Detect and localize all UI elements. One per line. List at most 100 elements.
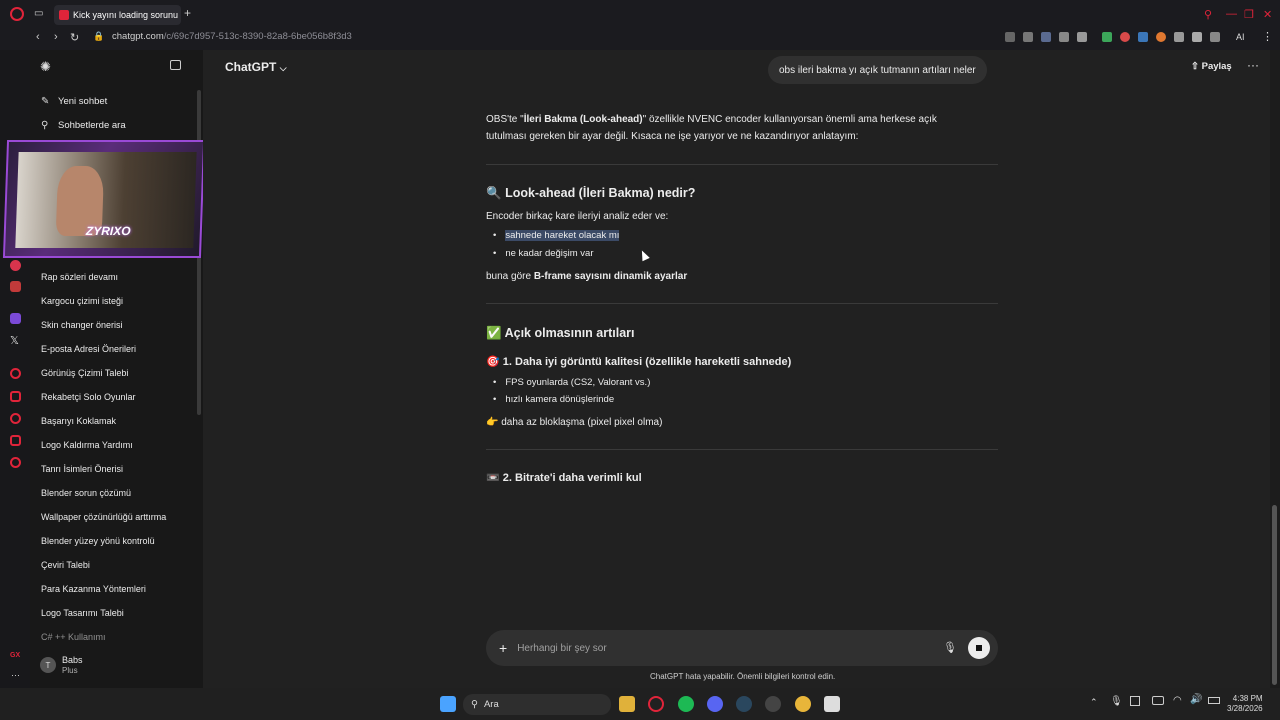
clock-date: 3/28/2026 [1227, 704, 1263, 713]
extension-icon[interactable] [1138, 32, 1148, 42]
app-icon[interactable] [824, 696, 840, 712]
twitch-icon[interactable] [10, 313, 21, 324]
forward-icon[interactable]: › [54, 31, 58, 43]
new-tab-button[interactable]: + [184, 6, 191, 20]
history-item[interactable]: Blender sorun çözümü [41, 488, 131, 498]
download-icon[interactable] [1210, 32, 1220, 42]
chatgpt-logo-icon[interactable]: ✺ [40, 59, 51, 75]
disclaimer: ChatGPT hata yapabilir. Önemli bilgileri… [650, 672, 836, 681]
tray-icon[interactable] [1130, 696, 1140, 706]
extension-icon[interactable] [1102, 32, 1112, 42]
gx-icon[interactable]: GX [10, 652, 20, 659]
discord-icon[interactable] [707, 696, 723, 712]
opera-gx-icon[interactable] [648, 696, 664, 712]
history-item[interactable]: Görünüş Çizimi Talebi [41, 368, 128, 378]
extension-icon[interactable] [1174, 32, 1184, 42]
new-chat-button[interactable]: ✎ Yeni sohbet [41, 96, 107, 107]
volume-icon[interactable]: 🔊 [1190, 694, 1202, 705]
ai-button[interactable]: AI [1236, 32, 1245, 42]
windows-start-icon[interactable] [440, 696, 456, 712]
videotape-icon: 📼 [486, 472, 500, 484]
more-options-icon[interactable]: ··· [1247, 58, 1259, 72]
history-item[interactable]: Rekabetçi Solo Oyunlar [41, 392, 136, 402]
history-item[interactable]: Skin changer önerisi [41, 320, 123, 330]
history-item[interactable]: Rap sözleri devamı [41, 272, 118, 282]
workspaces-icon[interactable]: ▭ [34, 8, 43, 19]
settings-icon[interactable] [10, 457, 21, 468]
back-icon[interactable]: ‹ [36, 31, 40, 43]
search-chats-button[interactable]: ⚲ Sohbetlerde ara [41, 120, 126, 131]
close-icon[interactable]: ✕ [1263, 8, 1272, 21]
history-item[interactable]: Wallpaper çözünürlüğü arttırma [41, 512, 166, 522]
composer-input[interactable]: Herhangi bir şey sor [517, 643, 606, 654]
extension-icon[interactable] [1120, 32, 1130, 42]
chrome-icon[interactable] [795, 696, 811, 712]
mic-tray-icon[interactable]: 🎙 [1110, 696, 1123, 707]
minimize-icon[interactable]: — [1226, 8, 1237, 20]
composer[interactable]: + Herhangi bir şey sor 🎙 [486, 630, 998, 666]
history-item[interactable]: Blender yüzey yönü kontrolü [41, 536, 155, 546]
chat-main: ChatGPT ⌵ obs ileri bakma yı açık tutman… [203, 50, 1270, 688]
history-item[interactable]: C# ++ Kullanımı [41, 632, 106, 642]
extension-icon[interactable] [1077, 32, 1087, 42]
tab-title: Kick yayını loading sorunu [73, 10, 179, 20]
p2-text: buna göre [486, 271, 534, 282]
search-tabs-icon[interactable]: ⚲ [1204, 8, 1212, 21]
history-icon[interactable] [10, 413, 21, 424]
search-icon: ⚲ [41, 120, 49, 131]
toggle-sidebar-icon[interactable] [170, 60, 181, 70]
menu-icon[interactable]: ⋮ [1262, 30, 1273, 43]
pin-icon[interactable] [10, 391, 21, 402]
stop-button[interactable] [968, 637, 990, 659]
history-item[interactable]: Logo Tasarımı Talebi [41, 608, 124, 618]
messenger-icon[interactable] [10, 260, 21, 271]
extension-icon[interactable] [1005, 32, 1015, 42]
clock[interactable]: 4:38 PM 3/28/2026 [1227, 694, 1263, 714]
gmail-icon[interactable] [10, 281, 21, 292]
battery-icon[interactable] [1208, 697, 1220, 704]
history-item[interactable]: Çeviri Talebi [41, 560, 90, 570]
extension-icon[interactable] [1023, 32, 1033, 42]
extension-icon[interactable] [1156, 32, 1166, 42]
history-item[interactable]: Başarıyı Koklamak [41, 416, 116, 426]
microphone-icon[interactable]: 🎙 [943, 641, 957, 654]
history-item[interactable]: E-posta Adresi Önerileri [41, 344, 136, 354]
plus-icon[interactable]: + [499, 640, 507, 656]
more-icon[interactable]: ··· [11, 670, 20, 680]
tab-active[interactable]: Kick yayını loading sorunu [54, 5, 181, 25]
paragraph: Encoder birkaç kare ileriyi analiz eder … [486, 211, 669, 222]
main-scrollbar[interactable] [1270, 50, 1280, 688]
user-message: obs ileri bakma yı açık tutmanın artılar… [768, 56, 987, 84]
wifi-icon[interactable]: ◠ [1173, 695, 1182, 706]
history-item[interactable]: Logo Kaldırma Yardımı [41, 440, 133, 450]
keyboard-icon[interactable] [1152, 696, 1164, 705]
extension-icon[interactable] [1192, 32, 1202, 42]
paragraph: buna göre B-frame sayısını dinamik ayarl… [486, 268, 966, 285]
extension-icon[interactable] [1041, 32, 1051, 42]
player-icon[interactable] [10, 368, 21, 379]
reload-icon[interactable]: ↻ [70, 31, 79, 44]
extensions-icon[interactable] [10, 435, 21, 446]
intro-bold: İleri Bakma (Look-ahead) [523, 114, 643, 125]
maximize-icon[interactable]: ❐ [1244, 8, 1254, 21]
scroll-thumb[interactable] [1272, 505, 1277, 685]
tray-chevron-icon[interactable]: ⌃ [1090, 697, 1098, 708]
history-item[interactable]: Para Kazanma Yöntemleri [41, 584, 146, 594]
user-menu[interactable]: T Babs Plus [40, 655, 83, 675]
spotify-icon[interactable] [678, 696, 694, 712]
subheading-quality-text: 1. Daha iyi görüntü kalitesi (özellikle … [502, 356, 792, 368]
x-icon[interactable]: 𝕏 [10, 334, 19, 347]
model-selector[interactable]: ChatGPT ⌵ [225, 60, 287, 74]
steam-icon[interactable] [736, 696, 752, 712]
history-item[interactable]: Tanrı İsimleri Önerisi [41, 464, 123, 474]
share-button[interactable]: ⇧ Paylaş [1191, 61, 1232, 72]
history-item[interactable]: Kargocu çizimi isteği [41, 296, 123, 306]
obs-icon[interactable] [765, 696, 781, 712]
divider [486, 449, 998, 450]
opera-logo-icon[interactable] [10, 7, 24, 21]
new-chat-label: Yeni sohbet [58, 96, 108, 107]
url-field[interactable]: chatgpt.com/c/69c7d957-513c-8390-82a8-6b… [112, 31, 352, 42]
extension-icon[interactable] [1059, 32, 1069, 42]
taskbar-search[interactable]: ⚲ Ara [463, 694, 611, 715]
file-explorer-icon[interactable] [619, 696, 635, 712]
